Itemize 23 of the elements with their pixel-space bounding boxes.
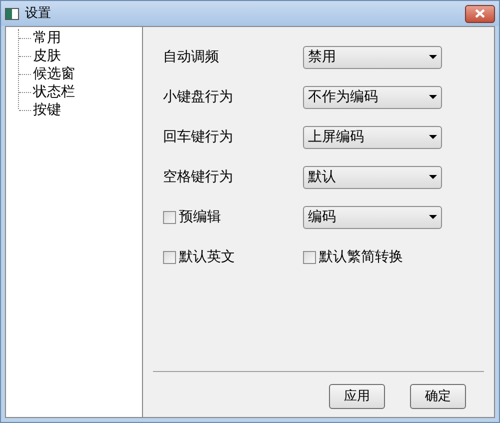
checkbox[interactable]: 默认繁简转换 (303, 246, 443, 268)
close-icon (475, 9, 485, 18)
checkbox[interactable]: 默认英文 (163, 246, 303, 268)
setting-label: 小键盘行为 (163, 88, 234, 106)
setting-label: 空格键行为 (163, 168, 234, 186)
setting-label: 回车键行为 (163, 128, 234, 146)
dropdown[interactable]: 禁用 (303, 46, 442, 68)
tree-item[interactable]: 候选窗 (33, 65, 75, 83)
app-icon (5, 8, 19, 20)
setting-label: 自动调频 (163, 48, 220, 66)
tree-item[interactable]: 皮肤 (33, 47, 61, 65)
dropdown[interactable]: 上屏编码 (303, 126, 442, 148)
dropdown[interactable]: 默认 (303, 166, 442, 188)
dialog-button[interactable]: 确定 (410, 384, 466, 409)
dialog-button[interactable]: 应用 (329, 384, 385, 409)
window-title: 设置 (25, 4, 51, 23)
tree-item[interactable]: 常用 (33, 29, 61, 47)
close-button[interactable] (465, 4, 495, 22)
dropdown[interactable]: 编码 (303, 206, 442, 228)
tree-item[interactable]: 状态栏 (33, 83, 75, 101)
dropdown[interactable]: 不作为编码 (303, 86, 442, 108)
checkbox[interactable]: 预编辑 (163, 206, 303, 228)
tree-item[interactable]: 按键 (33, 101, 61, 119)
